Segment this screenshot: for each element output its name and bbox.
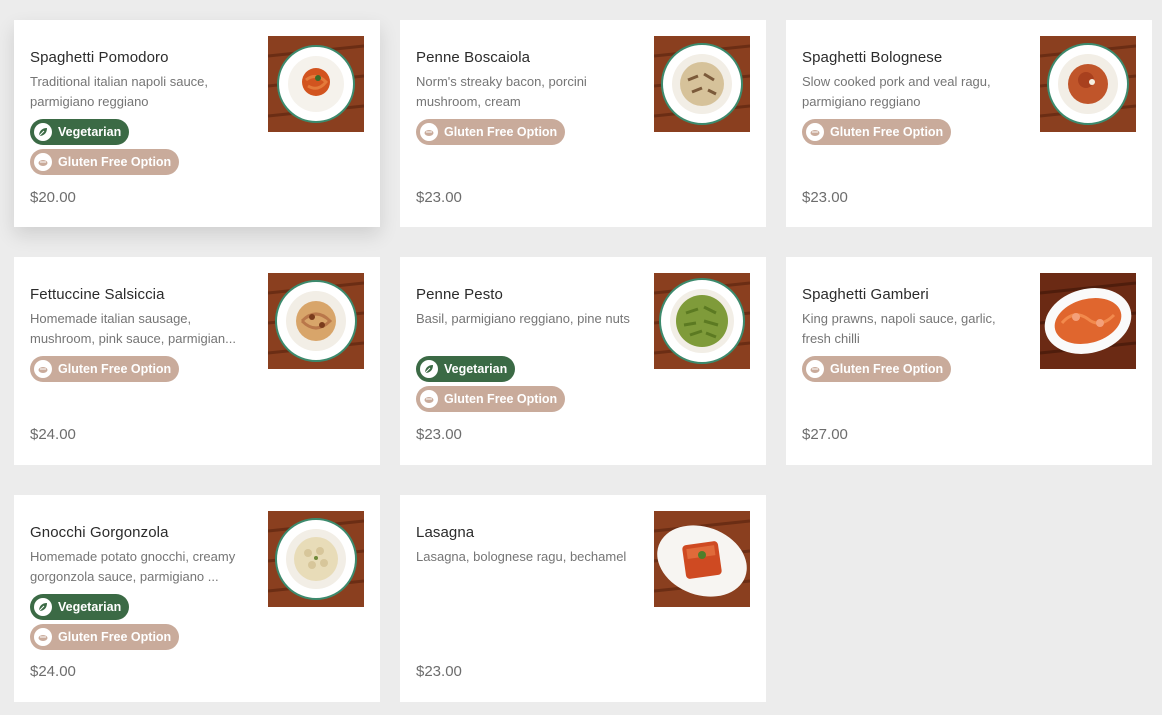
menu-item-card[interactable]: Gnocchi Gorgonzola Homemade potato gnocc… bbox=[14, 495, 380, 702]
gluten-free-badge: Gluten Free Option bbox=[802, 119, 952, 145]
item-price: $24.00 bbox=[30, 426, 76, 443]
penne-boscaiola-photo[interactable] bbox=[654, 36, 750, 132]
wheat-icon bbox=[806, 360, 824, 378]
item-name: Gnocchi Gorgonzola bbox=[30, 524, 169, 541]
menu-item-card[interactable]: Penne Boscaiola Norm's streaky bacon, po… bbox=[400, 20, 766, 227]
wheat-icon bbox=[34, 153, 52, 171]
item-description: King prawns, napoli sauce, garlic, fresh… bbox=[802, 311, 996, 346]
item-price: $23.00 bbox=[802, 189, 848, 206]
wheat-icon bbox=[420, 390, 438, 408]
wheat-icon bbox=[34, 628, 52, 646]
item-name: Penne Boscaiola bbox=[416, 49, 531, 66]
item-description: Lasagna, bolognese ragu, bechamel bbox=[416, 549, 627, 564]
item-name: Spaghetti Gamberi bbox=[802, 286, 929, 303]
item-description: Slow cooked pork and veal ragu, parmigia… bbox=[802, 74, 991, 109]
item-description: Basil, parmigiano reggiano, pine nuts bbox=[416, 311, 630, 326]
fettuccine-salsiccia-photo[interactable] bbox=[268, 273, 364, 369]
item-description: Homemade potato gnocchi, creamy gorgonzo… bbox=[30, 549, 236, 584]
item-name: Fettuccine Salsiccia bbox=[30, 286, 165, 303]
spaghetti-pomodoro-photo[interactable] bbox=[268, 36, 364, 132]
vegetarian-badge: Vegetarian bbox=[30, 594, 130, 620]
spaghetti-bolognese-photo[interactable] bbox=[1040, 36, 1136, 132]
item-name: Lasagna bbox=[416, 524, 475, 541]
item-price: $27.00 bbox=[802, 426, 848, 443]
gluten-free-badge: Gluten Free Option bbox=[30, 356, 180, 382]
wheat-icon bbox=[420, 123, 438, 141]
gluten-free-badge: Gluten Free Option bbox=[30, 624, 180, 650]
menu-item-card[interactable]: Spaghetti Pomodoro Traditional italian n… bbox=[14, 20, 380, 227]
penne-pesto-photo[interactable] bbox=[654, 273, 750, 369]
gluten-free-badge: Gluten Free Option bbox=[416, 119, 566, 145]
menu-item-card[interactable]: Spaghetti Gamberi King prawns, napoli sa… bbox=[786, 257, 1152, 465]
menu-item-card[interactable]: Fettuccine Salsiccia Homemade italian sa… bbox=[14, 257, 380, 465]
gnocchi-gorgonzola-photo[interactable] bbox=[268, 511, 364, 607]
item-price: $23.00 bbox=[416, 189, 462, 206]
menu-item-card[interactable]: Spaghetti Bolognese Slow cooked pork and… bbox=[786, 20, 1152, 227]
spaghetti-gamberi-photo[interactable] bbox=[1040, 273, 1136, 369]
wheat-icon bbox=[806, 123, 824, 141]
lasagna-photo[interactable] bbox=[654, 511, 750, 607]
leaf-icon bbox=[34, 123, 52, 141]
item-description: Norm's streaky bacon, porcini mushroom, … bbox=[416, 74, 587, 109]
item-description: Traditional italian napoli sauce, parmig… bbox=[30, 74, 209, 109]
leaf-icon bbox=[34, 598, 52, 616]
item-description: Homemade italian sausage, mushroom, pink… bbox=[30, 311, 236, 346]
item-name: Penne Pesto bbox=[416, 286, 503, 303]
item-price: $20.00 bbox=[30, 189, 76, 206]
wheat-icon bbox=[34, 360, 52, 378]
item-price: $23.00 bbox=[416, 426, 462, 443]
item-price: $24.00 bbox=[30, 663, 76, 680]
menu-item-card[interactable]: Penne Pesto Basil, parmigiano reggiano, … bbox=[400, 257, 766, 465]
menu-item-card[interactable]: Lasagna Lasagna, bolognese ragu, bechame… bbox=[400, 495, 766, 702]
item-price: $23.00 bbox=[416, 663, 462, 680]
item-name: Spaghetti Pomodoro bbox=[30, 49, 169, 66]
vegetarian-badge: Vegetarian bbox=[416, 356, 516, 382]
leaf-icon bbox=[420, 360, 438, 378]
gluten-free-badge: Gluten Free Option bbox=[416, 386, 566, 412]
vegetarian-badge: Vegetarian bbox=[30, 119, 130, 145]
gluten-free-badge: Gluten Free Option bbox=[802, 356, 952, 382]
item-name: Spaghetti Bolognese bbox=[802, 49, 943, 66]
gluten-free-badge: Gluten Free Option bbox=[30, 149, 180, 175]
